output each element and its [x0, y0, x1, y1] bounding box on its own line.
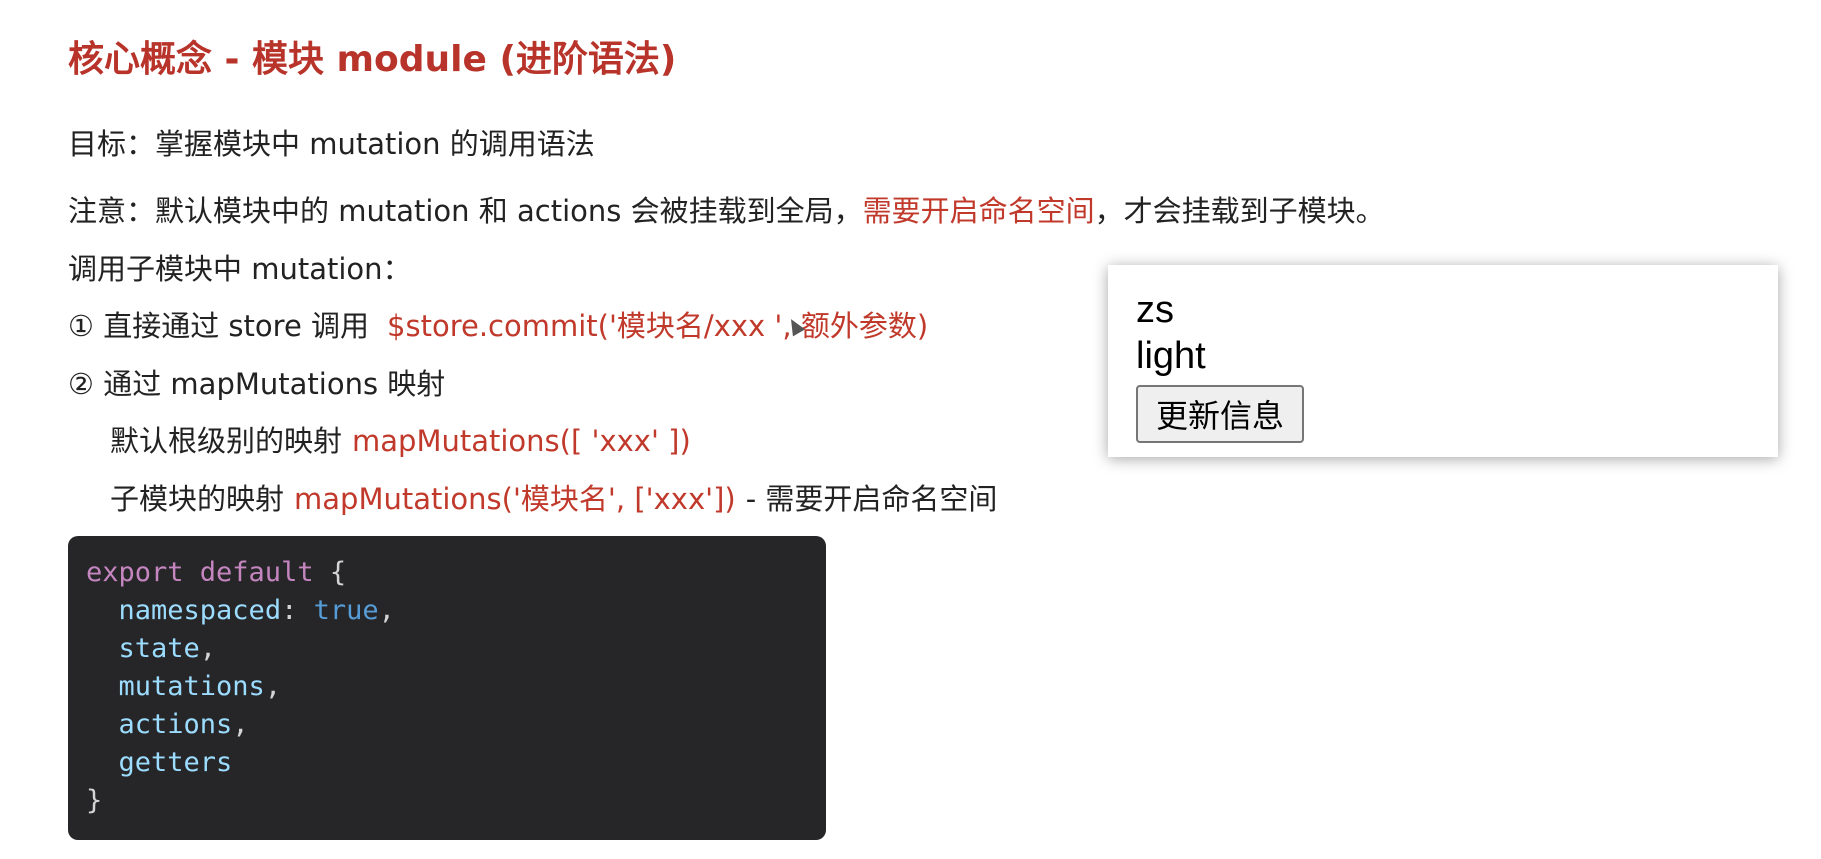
- code-line-6: getters: [86, 744, 395, 782]
- code-comma: ,: [378, 595, 395, 626]
- code-open-brace: {: [313, 557, 347, 588]
- code-line-5: actions,: [86, 706, 395, 744]
- preview-theme: light: [1136, 335, 1206, 377]
- goal-text: 目标：掌握模块中 mutation 的调用语法: [68, 127, 595, 161]
- code-comma: ,: [199, 633, 217, 664]
- code-colon: :: [281, 595, 314, 626]
- code-content: export default { namespaced: true, state…: [86, 554, 395, 820]
- code-comma: ,: [264, 671, 282, 702]
- call-heading: 调用子模块中 mutation：: [68, 252, 412, 286]
- option-2-text: ② 通过 mapMutations 映射: [68, 367, 446, 401]
- sub-mapping-suffix: - 需要开启命名空间: [745, 482, 998, 516]
- code-line-2: namespaced: true,: [86, 592, 395, 630]
- code-line-3: state,: [86, 630, 395, 668]
- update-info-button[interactable]: 更新信息: [1136, 385, 1305, 443]
- code-true-value: true: [313, 595, 379, 626]
- code-mutations: mutations: [118, 671, 265, 702]
- demo-preview-panel: zs light 更新信息: [1108, 265, 1778, 457]
- code-namespaced-key: namespaced: [118, 595, 282, 626]
- root-mapping-text: 默认根级别的映射: [110, 424, 343, 458]
- preview-name: zs: [1136, 289, 1174, 331]
- sub-mapping-text: 子模块的映射: [110, 482, 285, 516]
- code-state: state: [118, 633, 200, 664]
- option-1-code: $store.commit('模块名/xxx ', 额外参数): [387, 309, 929, 343]
- sub-mapping-code: mapMutations('模块名', ['xxx']): [294, 482, 736, 516]
- note-highlight: 需要开启命名空间: [862, 194, 1095, 228]
- code-line-7: }: [86, 782, 395, 820]
- page-title: 核心概念 - 模块 module (进阶语法): [68, 39, 677, 80]
- option-2: ② 通过 mapMutations 映射: [68, 361, 445, 403]
- code-comma: ,: [232, 709, 249, 740]
- code-export-keyword: export default: [86, 557, 314, 588]
- sub-mapping: 子模块的映射 mapMutations('模块名', ['xxx']) - 需要开启…: [110, 476, 997, 518]
- code-block: export default { namespaced: true, state…: [68, 536, 826, 840]
- option-1-text: ① 直接通过 store 调用: [68, 309, 370, 343]
- note-suffix: ，才会挂载到子模块。: [1094, 194, 1385, 228]
- note-line: 注意：默认模块中的 mutation 和 actions 会被挂载到全局，需要开…: [68, 188, 1385, 230]
- note-prefix: 注意：默认模块中的 mutation 和 actions 会被挂载到全局，: [68, 194, 863, 228]
- root-mapping-code: mapMutations([ 'xxx' ]): [352, 424, 691, 458]
- code-line-1: export default {: [86, 554, 395, 592]
- code-line-4: mutations,: [86, 668, 395, 706]
- code-actions: actions: [118, 709, 233, 740]
- root-mapping: 默认根级别的映射 mapMutations([ 'xxx' ]): [110, 418, 691, 460]
- code-getters: getters: [118, 747, 233, 778]
- code-close-brace: }: [86, 785, 103, 816]
